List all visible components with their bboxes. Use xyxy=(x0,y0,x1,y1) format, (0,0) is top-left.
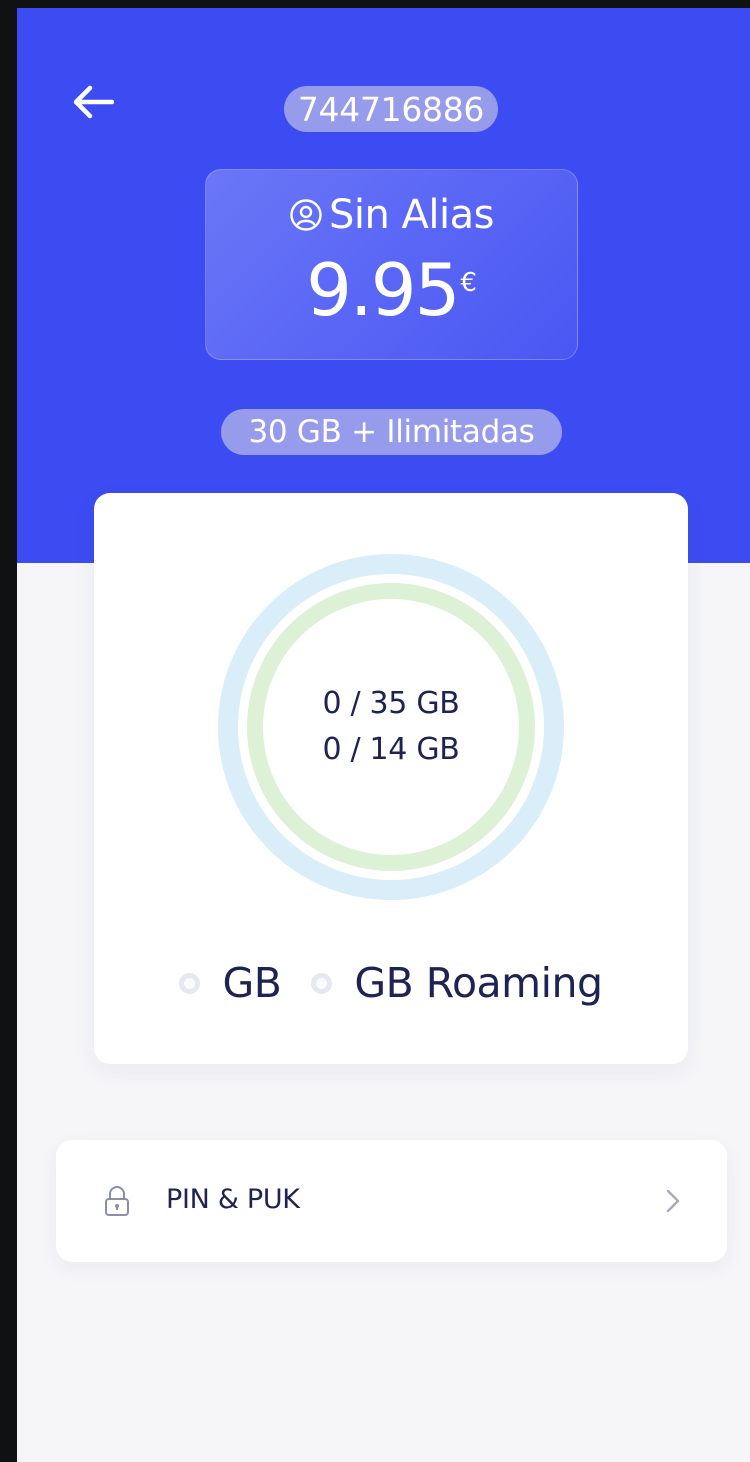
back-button[interactable] xyxy=(67,76,119,128)
legend-item-gb[interactable]: GB xyxy=(179,959,282,1007)
legend: GB GB Roaming xyxy=(94,959,688,1007)
alias-card: Sin Alias 9.95 € xyxy=(205,169,578,360)
phone-screen: 744716886 Sin Alias 9.95 € 30 GB + Ilimi… xyxy=(17,8,750,1462)
lock-icon xyxy=(105,1186,129,1216)
phone-number-badge: 744716886 xyxy=(284,86,498,132)
back-arrow-icon xyxy=(73,85,114,119)
roaming-ring-track xyxy=(247,583,535,871)
legend-item-gb-roaming[interactable]: GB Roaming xyxy=(311,959,603,1007)
plan-badge: 30 GB + Ilimitadas xyxy=(221,409,562,455)
chevron-right-icon xyxy=(666,1189,680,1213)
data-ring-track xyxy=(218,554,564,900)
legend-label-gb: GB xyxy=(222,959,282,1007)
alias-label: Sin Alias xyxy=(328,192,495,238)
data-usage-text: 0 / 35 GB xyxy=(322,686,460,721)
roaming-usage-text: 0 / 14 GB xyxy=(322,732,460,767)
price-currency: € xyxy=(460,268,477,298)
usage-card: 0 / 35 GB 0 / 14 GB GB GB Roaming xyxy=(94,493,688,1064)
pin-puk-menu-item[interactable]: PIN & PUK xyxy=(56,1140,727,1262)
legend-radio-gb[interactable] xyxy=(179,972,201,994)
legend-label-gb-roaming: GB Roaming xyxy=(354,959,603,1007)
user-circle-icon xyxy=(290,199,322,231)
alias-row: Sin Alias xyxy=(206,192,577,238)
price-value: 9.95 xyxy=(306,248,460,332)
legend-radio-gb-roaming[interactable] xyxy=(311,972,333,994)
price-row: 9.95 € xyxy=(206,254,577,326)
pin-puk-label: PIN & PUK xyxy=(166,1184,300,1215)
